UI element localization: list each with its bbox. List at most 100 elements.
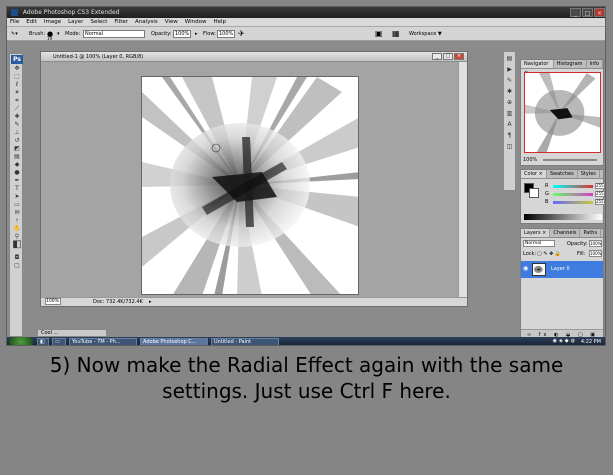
- gradient-tool-icon[interactable]: ▤: [12, 153, 22, 160]
- tab-channels[interactable]: Channels: [550, 229, 581, 237]
- airbrush-icon[interactable]: ✈: [238, 27, 245, 41]
- animation-panel-icon[interactable]: ◫: [505, 143, 514, 151]
- tab-layers[interactable]: Layers ×: [521, 229, 551, 237]
- taskbar-item-youtube[interactable]: YouTube - TM - Ph...: [69, 338, 137, 345]
- doc-close-icon[interactable]: ×: [454, 53, 464, 60]
- tool-presets-icon[interactable]: ✎: [505, 77, 514, 85]
- blue-slider[interactable]: [553, 201, 593, 204]
- slice-tool-icon[interactable]: ⟋: [12, 105, 22, 112]
- canvas[interactable]: [141, 76, 359, 295]
- move-tool-icon[interactable]: ✥: [12, 65, 22, 72]
- minimized-document[interactable]: Cool ...: [37, 329, 107, 337]
- tab-color[interactable]: Color ×: [521, 170, 547, 178]
- lasso-tool-icon[interactable]: ℓ: [12, 81, 22, 88]
- start-button-icon[interactable]: [9, 337, 33, 345]
- marquee-tool-icon[interactable]: ⬚: [12, 73, 22, 80]
- menu-image[interactable]: Image: [44, 18, 61, 26]
- tab-info[interactable]: Info: [587, 60, 603, 68]
- brush-tool-icon-toolbox[interactable]: ✎: [12, 121, 22, 128]
- taskbar-item-photoshop[interactable]: Adobe Photoshop C...: [140, 338, 208, 345]
- type-tool-icon[interactable]: T: [12, 185, 22, 192]
- path-select-tool-icon[interactable]: ➤: [12, 193, 22, 200]
- layer-visibility-eye-icon[interactable]: ◉: [523, 265, 528, 272]
- menu-window[interactable]: Window: [185, 18, 207, 26]
- healing-tool-icon[interactable]: ✚: [12, 113, 22, 120]
- zoom-field[interactable]: 100%: [45, 298, 61, 305]
- menu-filter[interactable]: Filter: [114, 18, 128, 26]
- paragraph-panel-icon[interactable]: ¶: [505, 132, 514, 140]
- history-brush-tool-icon[interactable]: ↺: [12, 137, 22, 144]
- menu-view[interactable]: View: [165, 18, 178, 26]
- tab-navigator[interactable]: Navigator ×: [521, 60, 554, 76]
- tool-preset-icon[interactable]: ▣: [375, 27, 383, 41]
- red-value[interactable]: 255: [595, 183, 605, 189]
- maximize-icon[interactable]: □: [582, 8, 593, 17]
- menu-edit[interactable]: Edit: [26, 18, 37, 26]
- quicklaunch-desktop-icon[interactable]: ▭: [52, 338, 66, 345]
- green-value[interactable]: 255: [595, 191, 605, 197]
- red-slider[interactable]: [553, 185, 593, 188]
- menu-file[interactable]: File: [10, 18, 19, 26]
- palette-icon[interactable]: ▦: [392, 27, 400, 41]
- blur-tool-icon[interactable]: ◆: [12, 161, 22, 168]
- hand-tool-icon[interactable]: ✋: [12, 225, 22, 232]
- menu-select[interactable]: Select: [90, 18, 107, 26]
- layer-comps-icon[interactable]: ▥: [505, 110, 514, 118]
- navigator-thumbnail[interactable]: [524, 72, 601, 153]
- quicklaunch-icon[interactable]: ◧: [37, 338, 49, 345]
- fill-value[interactable]: 100%: [589, 250, 602, 257]
- opacity-field[interactable]: 100%: [173, 30, 191, 38]
- blend-mode-select[interactable]: Normal: [523, 240, 555, 247]
- navigator-zoom-slider[interactable]: [543, 159, 597, 161]
- menu-help[interactable]: Help: [213, 18, 226, 26]
- menu-layer[interactable]: Layer: [68, 18, 83, 26]
- menu-analysis[interactable]: Analysis: [135, 18, 158, 26]
- vertical-scrollbar[interactable]: [458, 62, 467, 298]
- quick-mask-icon[interactable]: ◘: [12, 254, 22, 261]
- color-swatches-icon[interactable]: ◧: [12, 240, 22, 253]
- workspace-menu[interactable]: Workspace ▼: [409, 27, 442, 41]
- background-color-swatch[interactable]: [529, 188, 539, 198]
- tab-paths[interactable]: Paths: [580, 229, 602, 237]
- navigator-zoom[interactable]: 100%: [523, 157, 537, 163]
- history-panel-icon[interactable]: ▤: [505, 55, 514, 63]
- pen-tool-icon[interactable]: ✒: [12, 177, 22, 184]
- dodge-tool-icon[interactable]: ●: [12, 169, 22, 176]
- brushes-panel-icon[interactable]: ✱: [505, 88, 514, 96]
- tab-swatches[interactable]: Swatches: [547, 170, 578, 178]
- channel-label-r: R: [545, 183, 549, 189]
- green-slider[interactable]: [553, 193, 593, 196]
- opacity-arrow-icon[interactable]: ▸: [195, 27, 198, 41]
- magic-wand-tool-icon[interactable]: ✶: [12, 89, 22, 96]
- clone-source-icon[interactable]: ⊕: [505, 99, 514, 107]
- clone-stamp-tool-icon[interactable]: ⊥: [12, 129, 22, 136]
- color-ramp[interactable]: [524, 214, 602, 220]
- character-panel-icon[interactable]: A: [505, 121, 514, 129]
- tab-histogram[interactable]: Histogram: [554, 60, 587, 68]
- system-tray-icons[interactable]: ◉◈◆◍: [553, 338, 577, 344]
- actions-panel-icon[interactable]: ▶: [505, 66, 514, 74]
- eraser-tool-icon[interactable]: ◩: [12, 145, 22, 152]
- tab-styles[interactable]: Styles: [578, 170, 600, 178]
- layer-row-layer-0[interactable]: ◉ Layer 0: [521, 261, 603, 278]
- layer-opacity-value[interactable]: 100%: [589, 240, 602, 247]
- screen-mode-icon[interactable]: ▢: [12, 262, 22, 269]
- blue-value[interactable]: 255: [595, 199, 605, 205]
- close-icon[interactable]: ×: [594, 8, 605, 17]
- layers-tabs: Layers × Channels Paths: [521, 229, 603, 238]
- flow-field[interactable]: 100%: [217, 30, 235, 38]
- crop-tool-icon[interactable]: ⌗: [12, 97, 22, 104]
- lock-icons[interactable]: ▢ ✎ ✥ 🔒: [537, 250, 561, 258]
- status-menu-arrow-icon[interactable]: ▸: [149, 298, 152, 306]
- eyedropper-tool-icon[interactable]: ⟊: [12, 217, 22, 224]
- taskbar-item-paint[interactable]: Untitled - Paint: [211, 338, 279, 345]
- brush-dropdown-icon[interactable]: ▾: [57, 27, 60, 41]
- notes-tool-icon[interactable]: ✉: [12, 209, 22, 216]
- brush-tool-icon[interactable]: ✎▾: [11, 27, 18, 41]
- doc-maximize-icon[interactable]: □: [443, 53, 453, 60]
- doc-minimize-icon[interactable]: _: [432, 53, 442, 60]
- minimize-icon[interactable]: _: [570, 8, 581, 17]
- mode-select[interactable]: Normal: [83, 30, 145, 38]
- shape-tool-icon[interactable]: ▭: [12, 201, 22, 208]
- canvas-area[interactable]: [41, 62, 459, 298]
